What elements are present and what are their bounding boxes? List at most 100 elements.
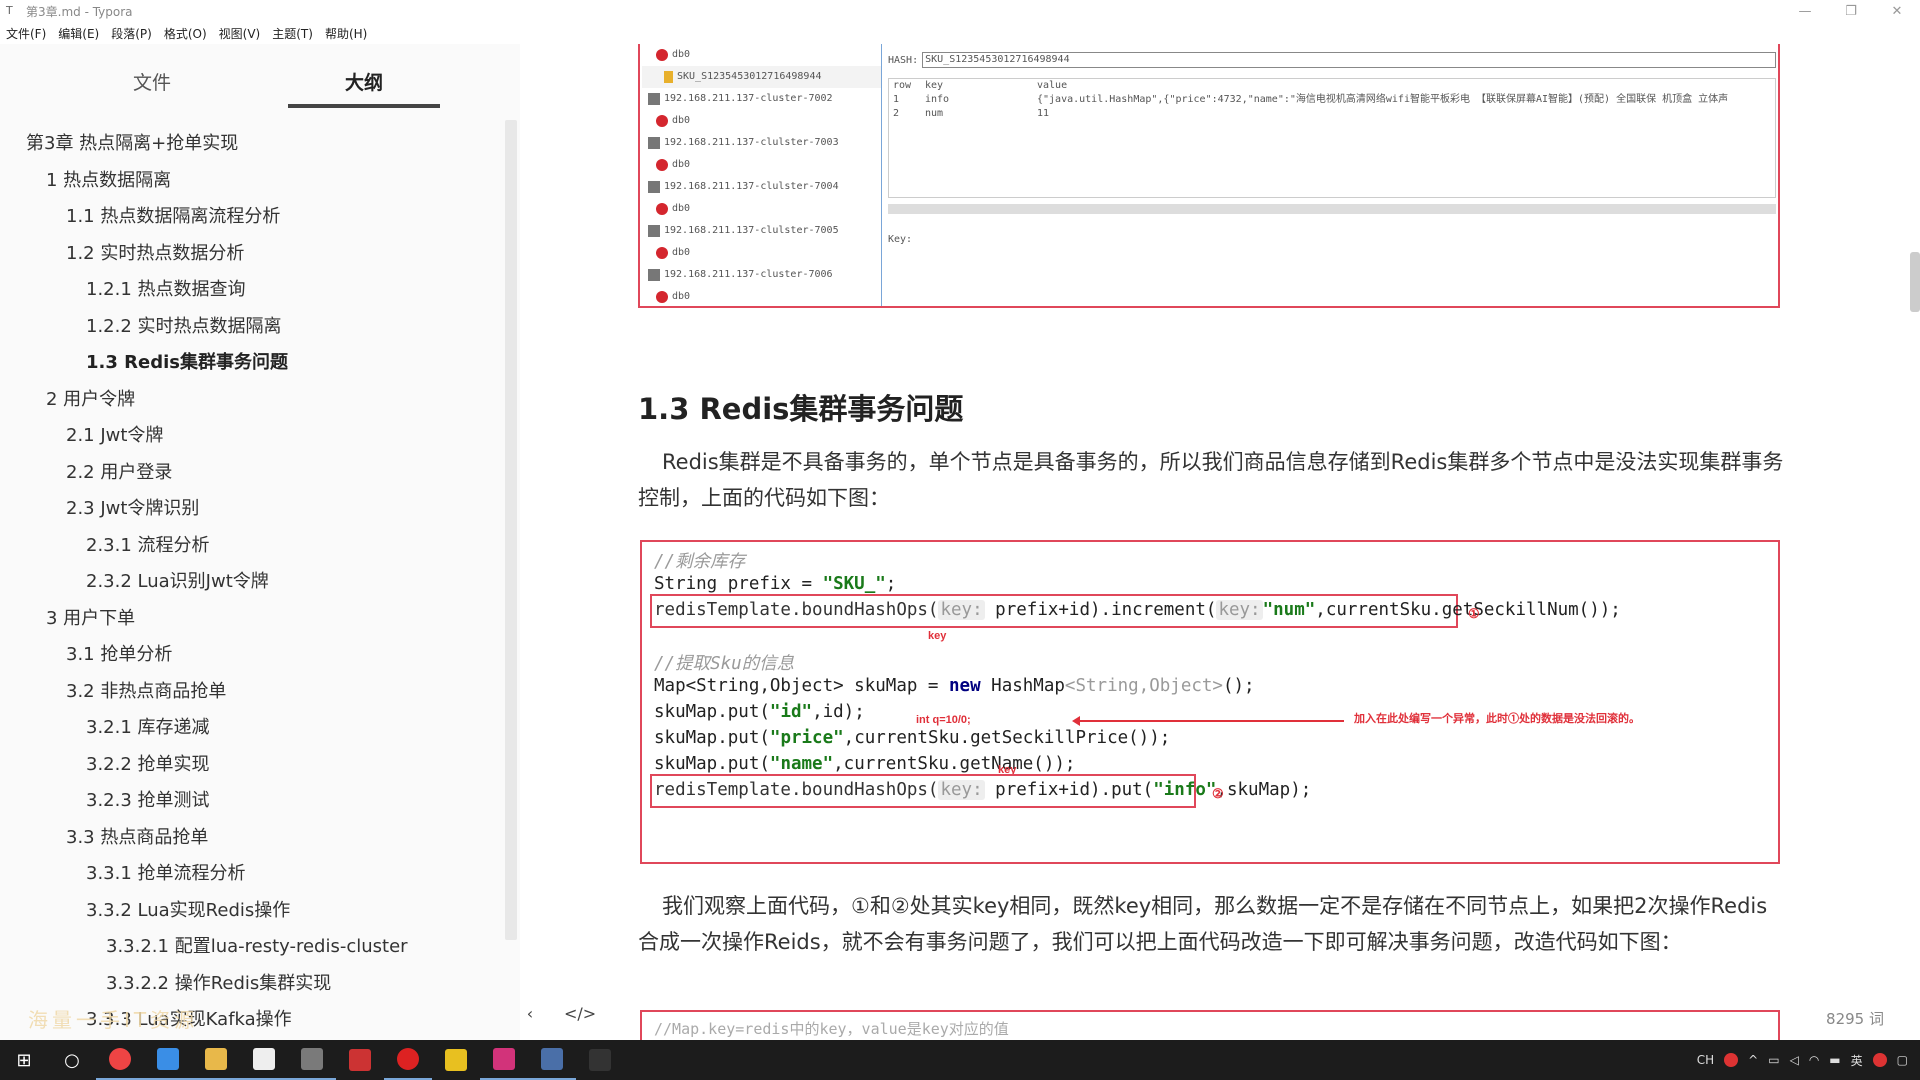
code-line-put-id: skuMap.put("id",id); [654,702,865,722]
menu-view[interactable]: 视图(V) [213,25,267,42]
collapse-sidebar-button[interactable]: ‹ [520,1004,540,1023]
outline-item[interactable]: 2.2 用户登录 [0,455,505,492]
redis-desktop-icon[interactable] [384,1040,432,1080]
app-icon-yellow[interactable] [432,1040,480,1080]
menu-edit[interactable]: 编辑(E) [52,25,105,42]
typora-taskbar-icon[interactable] [240,1040,288,1080]
outline-item[interactable]: 3.3 热点商品抢单 [0,820,505,857]
outline-item[interactable]: 3.3.2 Lua实现Redis操作 [0,893,505,930]
menu-file[interactable]: 文件(F) [0,25,52,42]
outline-item[interactable]: 1.1 热点数据隔离流程分析 [0,199,505,236]
server-icon [648,137,660,149]
redis-tree-label: 192.168.211.137-cluster-7002 [664,93,833,104]
outline-item[interactable]: 2 用户令牌 [0,382,505,419]
outline-item[interactable]: 3.3.2.1 配置lua-resty-redis-cluster [0,929,505,966]
outline-item[interactable]: 1 热点数据隔离 [0,163,505,200]
code-string: "price" [769,728,844,748]
database-icon [656,49,668,61]
sidebar-scrollbar[interactable] [505,120,517,940]
intellij-icon[interactable] [480,1040,528,1080]
watermark: 海量一手IT资源 [28,1008,199,1032]
app-icon-blue[interactable] [144,1040,192,1080]
code-line-put-price: skuMap.put("price",currentSku.getSeckill… [654,728,1170,748]
tab-files[interactable]: 文件 [76,44,228,108]
menu-theme[interactable]: 主题(T) [266,25,319,42]
tray-network-icon[interactable]: ▭ [1768,1053,1779,1067]
outline-item[interactable]: 2.3 Jwt令牌识别 [0,491,505,528]
outline-item[interactable]: 2.1 Jwt令牌 [0,418,505,455]
outline-item[interactable]: 1.2.1 热点数据查询 [0,272,505,309]
tray-chevron-icon[interactable]: ^ [1748,1053,1758,1067]
menu-help[interactable]: 帮助(H) [319,25,373,42]
editor-area: db0 SKU_S1235453012716498944 192.168.211.1… [520,44,1920,1050]
redis-tree-label: db0 [672,159,691,170]
code-comment-map: //Map.key=redis中的key，value是key对应的值 [654,1020,1009,1038]
maximize-button[interactable]: ❐ [1828,0,1874,22]
code-keyword: new [949,676,981,696]
redis-tree: db0 SKU_S1235453012716498944 192.168.211.1… [642,44,882,306]
anno-note: 加入在此处编写一个异常，此时①处的数据是没法回滚的。 [1354,713,1640,725]
terminal-icon[interactable] [528,1040,576,1080]
tray-volume-icon[interactable]: ◁ [1790,1053,1799,1067]
database-icon [656,203,668,215]
redis-tree-server: 192.168.211.137-clulster-7005 [642,220,881,242]
redis-tree-label: db0 [672,247,691,258]
code-text: ,currentSku.getSeckillPrice()); [843,728,1171,748]
outline-item[interactable]: 2.3.2 Lua识别Jwt令牌 [0,564,505,601]
app-icon-dark[interactable] [576,1040,624,1080]
word-count[interactable]: 8295 词 [1826,1008,1884,1029]
tray-wifi-icon[interactable]: ◠ [1809,1053,1819,1067]
title-bar: T 第3章.md - Typora — ❐ ✕ [0,0,1920,22]
minimize-button[interactable]: — [1782,0,1828,22]
tray-lang[interactable]: CH [1697,1053,1714,1067]
search-icon[interactable]: ○ [48,1040,96,1080]
hash-label: HASH: [888,54,919,66]
outline-item[interactable]: 第3章 热点隔离+抢单实现 [0,126,505,163]
anno-int-q: int q=10/0; [916,714,971,726]
tray-app-icon[interactable] [1872,1053,1887,1067]
outline-item[interactable]: 1.3 Redis集群事务问题 [0,345,505,382]
tray-ime-icon[interactable] [1724,1053,1739,1067]
chrome-icon[interactable] [96,1040,144,1080]
param-hint: key: [938,600,985,620]
file-explorer-icon[interactable] [192,1040,240,1080]
server-icon [648,93,660,105]
outline-item[interactable]: 3.2 非热点商品抢单 [0,674,505,711]
code-text: ,currentSku.getName()); [833,754,1076,774]
vm-icon[interactable] [288,1040,336,1080]
outline-item[interactable]: 3.3.1 抢单流程分析 [0,856,505,893]
outline-item[interactable]: 3.1 抢单分析 [0,637,505,674]
tab-outline[interactable]: 大纲 [288,44,440,108]
menu-paragraph[interactable]: 段落(P) [105,25,158,42]
outline-item[interactable]: 3 用户下单 [0,601,505,638]
redis-tree-label: 192.168.211.137-cluster-7006 [664,269,833,280]
source-mode-button[interactable]: </> [564,1004,596,1023]
typora-icon: T [6,4,13,17]
tray-ime-mode[interactable]: 英 [1851,1052,1863,1069]
tray-battery-icon[interactable]: ▬ [1829,1053,1840,1067]
window-controls: — ❐ ✕ [1782,0,1920,22]
code-text: String prefix = [654,574,823,594]
editor-scrollbar[interactable] [1910,252,1920,312]
outline-item[interactable]: 3.2.2 抢单实现 [0,747,505,784]
cell-key: info [925,94,950,105]
app-icon-red[interactable] [336,1040,384,1080]
col-row: row [893,80,912,91]
outline-item[interactable]: 1.2.2 实时热点数据隔离 [0,309,505,346]
redis-tree-label: db0 [672,291,691,302]
code-block[interactable]: //剩余库存 String prefix = "SKU_"; redisTemp… [640,540,1780,864]
outline-item[interactable]: 3.2.3 抢单测试 [0,783,505,820]
code-text: Map<String,Object> skuMap = [654,676,950,696]
outline-item[interactable]: 3.2.1 库存递减 [0,710,505,747]
menu-format[interactable]: 格式(O) [158,25,213,42]
outline-item[interactable]: 1.2 实时热点数据分析 [0,236,505,273]
server-icon [648,269,660,281]
outline-item[interactable]: 2.3.1 流程分析 [0,528,505,565]
database-icon [656,115,668,127]
code-string: "name" [769,754,834,774]
col-value: value [1037,80,1068,91]
outline-item[interactable]: 3.3.2.2 操作Redis集群实现 [0,966,505,1003]
notification-icon[interactable]: ▢ [1897,1053,1908,1067]
windows-start-icon[interactable]: ⊞ [0,1040,48,1080]
close-button[interactable]: ✕ [1874,0,1920,22]
